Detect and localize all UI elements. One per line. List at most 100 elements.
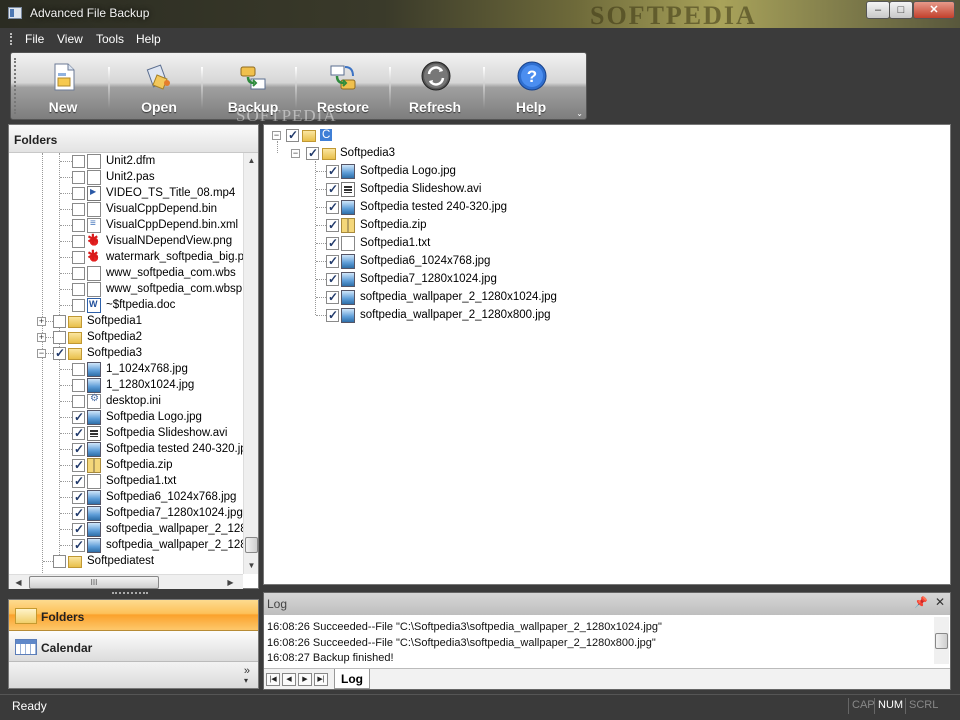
tree-root-row[interactable]: −C <box>264 127 950 143</box>
tree-file-row[interactable]: Softpedia7_1280x1024.jpg <box>264 271 950 287</box>
tree-file-row[interactable]: Unit2.pas <box>9 169 243 185</box>
log-scroll-thumb[interactable] <box>935 633 948 649</box>
tree-file-row[interactable]: VisualCppDepend.bin <box>9 201 243 217</box>
tree-checkbox[interactable] <box>72 171 85 184</box>
tree-file-row[interactable]: Softpedia Logo.jpg <box>264 163 950 179</box>
tree-checkbox[interactable] <box>72 155 85 168</box>
collapse-icon[interactable]: − <box>291 149 300 158</box>
tree-checkbox[interactable] <box>72 426 85 440</box>
folders-tree[interactable]: Unit2.dfm Unit2.pas VIDEO_TS_Title_08.mp4 V… <box>9 153 243 573</box>
tree-checkbox[interactable] <box>326 164 339 178</box>
open-button[interactable]: Open <box>113 53 205 121</box>
tree-file-row[interactable]: Softpedia Slideshow.avi <box>264 181 950 197</box>
tree-checkbox[interactable] <box>286 128 299 142</box>
tree-file-row[interactable]: softpedia_wallpaper_2_1280x1024.jpg <box>264 289 950 305</box>
expand-icon[interactable]: + <box>37 317 46 326</box>
tree-folder-row[interactable]: + Softpedia1 <box>9 313 243 329</box>
tree-checkbox[interactable] <box>326 290 339 304</box>
tree-file-row[interactable]: Softpedia1.txt <box>9 473 243 489</box>
help-button[interactable]: ? Help <box>485 53 577 121</box>
tree-checkbox[interactable] <box>326 218 339 232</box>
menu-view[interactable]: View <box>57 32 83 46</box>
tree-file-row[interactable]: Softpedia tested 240-320.jpg <box>9 441 243 457</box>
nav-folders-button[interactable]: Folders <box>9 600 258 631</box>
tree-checkbox[interactable] <box>326 182 339 196</box>
tree-checkbox[interactable] <box>72 458 85 472</box>
menu-grip[interactable] <box>10 33 12 45</box>
nav-config-icon[interactable]: ▾ <box>244 676 248 685</box>
tab-log[interactable]: Log <box>334 669 370 689</box>
tree-file-row[interactable]: softpedia_wallpaper_2_1280 <box>9 537 243 553</box>
tree-folder-row[interactable]: + Softpedia2 <box>9 329 243 345</box>
scroll-right-icon[interactable]: ▶ <box>223 575 238 590</box>
tree-checkbox[interactable] <box>72 395 85 408</box>
previous-page-icon[interactable]: ◀ <box>282 673 296 686</box>
tree-file-row[interactable]: Softpedia Slideshow.avi <box>9 425 243 441</box>
tree-file-row[interactable]: Softpedia6_1024x768.jpg <box>9 489 243 505</box>
tree-file-row[interactable]: desktop.ini <box>9 393 243 409</box>
tree-file-row[interactable]: VisualNDependView.png <box>9 231 243 249</box>
scroll-down-icon[interactable]: ▼ <box>244 558 259 573</box>
tree-checkbox[interactable] <box>72 267 85 280</box>
minimize-button[interactable]: – <box>866 1 890 19</box>
tree-checkbox[interactable] <box>72 235 85 248</box>
tree-file-row[interactable]: www_softpedia_com.wbs <box>9 265 243 281</box>
tree-checkbox[interactable] <box>326 236 339 250</box>
tree-checkbox[interactable] <box>72 442 85 456</box>
tree-checkbox[interactable] <box>72 283 85 296</box>
maximize-button[interactable]: □ <box>889 1 913 19</box>
horizontal-scroll-thumb[interactable]: III <box>29 576 159 589</box>
folders-vertical-scrollbar[interactable]: ▲ ▼ <box>243 153 258 574</box>
folders-horizontal-scrollbar[interactable]: ◀ III ▶ <box>9 574 243 589</box>
tree-checkbox[interactable] <box>53 331 66 344</box>
splitter-grip[interactable] <box>112 592 148 595</box>
tree-checkbox[interactable] <box>72 379 85 392</box>
collapse-icon[interactable]: − <box>37 349 46 358</box>
close-button[interactable]: ✕ <box>913 1 955 19</box>
tree-checkbox[interactable] <box>72 203 85 216</box>
tree-file-row[interactable]: 1_1024x768.jpg <box>9 361 243 377</box>
log-scrollbar[interactable] <box>934 617 949 664</box>
refresh-button[interactable]: Refresh <box>389 53 481 121</box>
tree-file-row[interactable]: VisualCppDepend.bin.xml <box>9 217 243 233</box>
tree-file-row[interactable]: Softpedia.zip <box>9 457 243 473</box>
first-page-icon[interactable]: |◀ <box>266 673 280 686</box>
tree-checkbox[interactable] <box>72 506 85 520</box>
next-page-icon[interactable]: ▶ <box>298 673 312 686</box>
tree-checkbox[interactable] <box>53 315 66 328</box>
tree-file-row[interactable]: Softpedia.zip <box>264 217 950 233</box>
tree-checkbox[interactable] <box>326 308 339 322</box>
pin-icon[interactable]: 📌 <box>914 596 928 609</box>
tree-file-row[interactable]: Softpedia7_1280x1024.jpg <box>9 505 243 521</box>
backup-tree-pane[interactable]: −C−Softpedia3Softpedia Logo.jpgSoftpedia… <box>263 124 951 585</box>
tree-checkbox[interactable] <box>72 299 85 312</box>
tree-checkbox[interactable] <box>72 251 85 264</box>
tree-file-row[interactable]: Unit2.dfm <box>9 153 243 169</box>
new-button[interactable]: New <box>17 53 109 121</box>
tree-checkbox[interactable] <box>72 187 85 200</box>
scroll-up-icon[interactable]: ▲ <box>244 153 259 168</box>
tree-checkbox[interactable] <box>72 538 85 552</box>
tree-folder-row[interactable]: Softpediatest <box>9 553 243 569</box>
tree-checkbox[interactable] <box>72 490 85 504</box>
tree-file-row[interactable]: VIDEO_TS_Title_08.mp4 <box>9 185 243 201</box>
tree-file-row[interactable]: watermark_softpedia_big.pn <box>9 247 243 265</box>
tree-file-row[interactable]: Softpedia Logo.jpg <box>9 409 243 425</box>
tree-checkbox[interactable] <box>326 254 339 268</box>
tree-checkbox[interactable] <box>72 410 85 424</box>
scroll-thumb[interactable] <box>245 537 258 553</box>
tree-file-row[interactable]: 1_1280x1024.jpg <box>9 377 243 393</box>
tree-file-row[interactable]: www_softpedia_com.wbsp <box>9 281 243 297</box>
nav-calendar-button[interactable]: Calendar <box>9 631 258 662</box>
toolbar-overflow-icon[interactable]: ⌄ <box>576 109 583 118</box>
tree-checkbox[interactable] <box>72 474 85 488</box>
tree-checkbox[interactable] <box>53 346 66 360</box>
collapse-icon[interactable]: − <box>272 131 281 140</box>
tree-checkbox[interactable] <box>53 555 66 568</box>
tree-file-row[interactable]: Softpedia6_1024x768.jpg <box>264 253 950 269</box>
toolbar-grip[interactable] <box>14 58 16 114</box>
menu-help[interactable]: Help <box>136 32 161 46</box>
tree-file-row[interactable]: Softpedia1.txt <box>264 235 950 251</box>
tree-checkbox[interactable] <box>326 200 339 214</box>
title-bar[interactable]: Advanced File Backup SOFTPEDIA – □ ✕ <box>0 0 960 30</box>
